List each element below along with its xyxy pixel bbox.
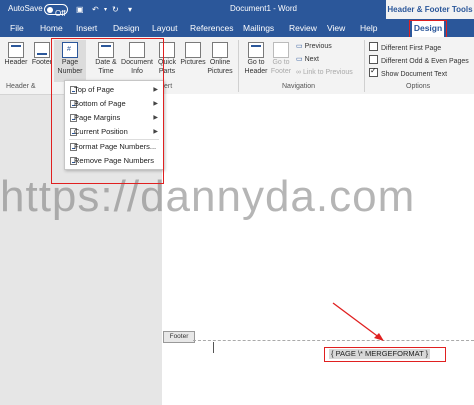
go-to-header-button[interactable]: Go to Header — [242, 42, 270, 76]
footer-icon — [34, 42, 50, 58]
tab-insert[interactable]: Insert — [76, 23, 97, 33]
page-field-highlight: { PAGE \* MERGEFORMAT } — [324, 347, 446, 362]
different-first-page-checkbox[interactable]: Different First Page — [369, 42, 441, 52]
tab-help[interactable]: Help — [360, 23, 377, 33]
link-to-previous-button[interactable]: ∞ Link to Previous — [296, 69, 353, 76]
group-label-navigation: Navigation — [282, 83, 316, 90]
ribbon-tabs: File Home Insert Design Layout Reference… — [0, 19, 474, 37]
header-icon — [8, 42, 24, 58]
page-field-code[interactable]: { PAGE \* MERGEFORMAT } — [329, 349, 431, 359]
tab-view[interactable]: View — [327, 23, 345, 33]
show-document-text-label: Show Document Text — [381, 71, 448, 78]
autosave-toggle[interactable]: Off — [44, 4, 68, 18]
online-pictures-line2: Pictures — [207, 67, 233, 75]
pictures-icon — [185, 42, 201, 58]
group-label-header-footer: Header & — [6, 83, 36, 90]
annotation-arrow — [332, 302, 384, 341]
text-cursor — [213, 342, 214, 353]
autosave-label: AutoSave — [8, 4, 43, 13]
go-to-header-icon — [248, 42, 264, 58]
group-divider — [238, 40, 239, 92]
footer-tag: Footer — [163, 331, 195, 343]
redo-icon[interactable]: ↻ — [112, 4, 119, 16]
page-number-highlight — [51, 38, 164, 184]
chevron-down-icon[interactable]: ▾ — [104, 4, 107, 16]
tab-mailings[interactable]: Mailings — [243, 23, 274, 33]
checkbox-box — [369, 55, 378, 64]
online-pictures-button[interactable]: Online Pictures — [206, 42, 234, 76]
go-to-footer-line1: Go to — [272, 59, 290, 66]
document-title: Document1 - Word — [230, 4, 297, 13]
tab-references[interactable]: References — [190, 23, 233, 33]
next-button[interactable]: ▭ Next — [296, 55, 319, 63]
header-label: Header — [4, 59, 28, 66]
tab-design[interactable]: Design — [113, 23, 139, 33]
tab-review[interactable]: Review — [289, 23, 317, 33]
go-to-header-line2: Header — [244, 67, 268, 75]
header-button[interactable]: Header — [3, 42, 29, 68]
toggle-knob — [47, 6, 53, 13]
go-to-header-line1: Go to — [247, 59, 265, 66]
arrow-up-icon: ▭ — [296, 43, 305, 50]
pictures-label: Pictures — [180, 59, 206, 66]
header-footer-tools-label: Header & Footer Tools — [386, 0, 474, 19]
group-label-insert: ert — [164, 83, 173, 90]
checkbox-checked — [369, 66, 378, 77]
different-odd-even-label: Different Odd & Even Pages — [381, 58, 469, 65]
go-to-footer-icon — [273, 42, 289, 58]
tab-layout[interactable]: Layout — [152, 23, 178, 33]
online-pictures-line1: Online — [209, 59, 231, 66]
pictures-button[interactable]: Pictures — [178, 42, 208, 68]
group-divider — [364, 40, 365, 92]
next-label: Next — [304, 56, 319, 63]
tab-home[interactable]: Home — [40, 23, 63, 33]
go-to-footer-button[interactable]: Go to Footer — [268, 42, 294, 76]
tab-file[interactable]: File — [10, 23, 24, 33]
different-odd-even-checkbox[interactable]: Different Odd & Even Pages — [369, 55, 469, 65]
checkbox-box — [369, 42, 378, 51]
previous-label: Previous — [304, 43, 332, 50]
show-document-text-checkbox[interactable]: Show Document Text — [369, 66, 448, 78]
autosave-state: Off — [55, 9, 66, 18]
go-to-footer-line2: Footer — [270, 67, 292, 75]
undo-icon[interactable]: ↶ — [92, 4, 99, 16]
arrow-down-icon: ▭ — [296, 56, 305, 63]
link-to-previous-label: Link to Previous — [302, 69, 353, 76]
different-first-page-label: Different First Page — [381, 45, 442, 52]
link-icon: ∞ — [296, 69, 303, 76]
online-pictures-icon — [212, 42, 228, 58]
group-label-options: Options — [406, 83, 431, 90]
save-icon[interactable]: ▣ — [76, 4, 84, 16]
previous-button[interactable]: ▭ Previous — [296, 42, 332, 50]
customize-toolbar-icon[interactable]: ▾ — [128, 4, 132, 16]
